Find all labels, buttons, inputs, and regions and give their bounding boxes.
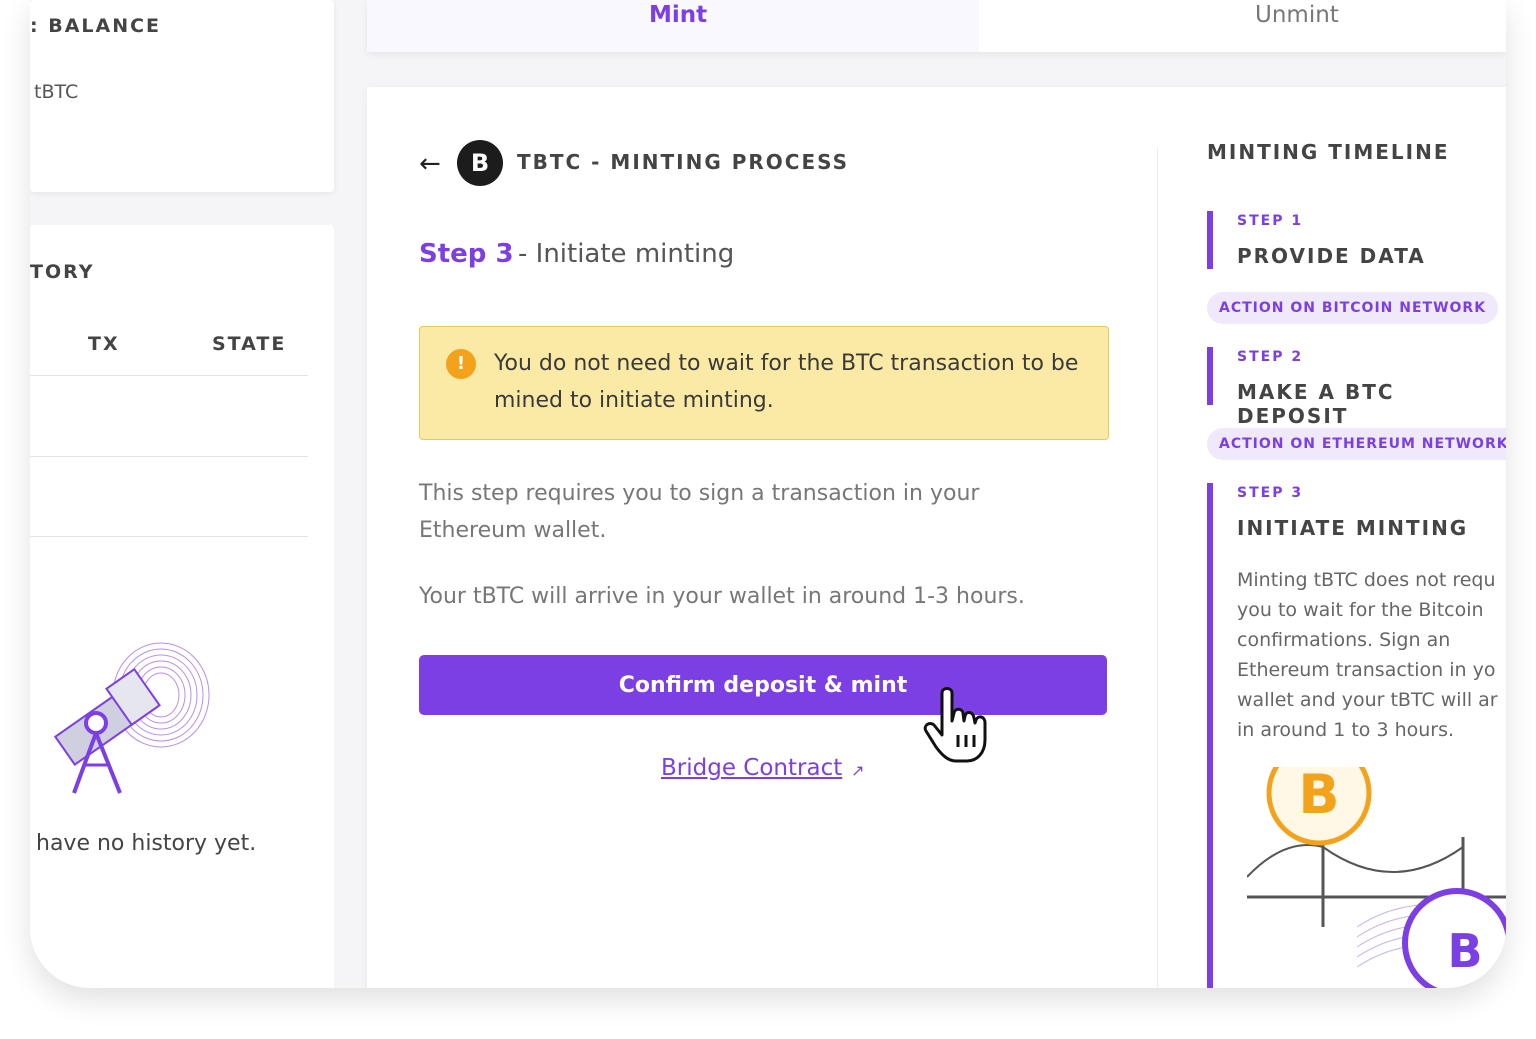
column-header-tx: TX <box>88 333 120 355</box>
timeline-step-name: INITIATE MINTING <box>1237 516 1469 540</box>
timeline-step-description: Minting tBTC does not requ you to wait f… <box>1237 569 1498 741</box>
balance-card: : BALANCE tBTC <box>30 0 334 192</box>
info-alert: ! You do not need to wait for the BTC tr… <box>419 326 1109 440</box>
hand-pointer-cursor-icon <box>923 687 987 763</box>
svg-text:B: B <box>1298 767 1339 826</box>
balance-unit: tBTC <box>34 81 79 103</box>
network-badge: ACTION ON BITCOIN NETWORK <box>1207 292 1499 324</box>
mint-unmint-tabs: Mint Unmint <box>367 0 1506 52</box>
timeline-step-label: STEP 3 <box>1237 485 1304 501</box>
timeline-step-name: MAKE A BTC DEPOSIT <box>1237 380 1395 428</box>
confirm-deposit-mint-button[interactable]: Confirm deposit & mint <box>419 655 1107 715</box>
step-number: Step 3 <box>419 239 514 269</box>
history-card: TORY TX STATE have no history yet. <box>30 225 334 988</box>
table-divider <box>30 456 308 457</box>
tab-mint-label: Mint <box>649 2 708 28</box>
table-divider <box>30 536 308 537</box>
arrow-left-icon[interactable]: ← <box>419 149 441 179</box>
telescope-illustration <box>53 642 210 794</box>
network-badge: ACTION ON ETHEREUM NETWORK <box>1207 428 1506 460</box>
timeline-step-bar <box>1207 483 1213 988</box>
empty-history-message: have no history yet. <box>36 831 257 856</box>
warning-icon: ! <box>446 349 476 379</box>
timeline-step-bar <box>1207 211 1213 269</box>
history-title: TORY <box>30 261 95 283</box>
timeline-step-label: STEP 2 <box>1237 349 1304 365</box>
timeline-title: MINTING TIMELINE <box>1207 140 1450 164</box>
balance-title: : BALANCE <box>30 15 162 37</box>
column-header-state: STATE <box>212 333 287 355</box>
step-description: This step requires you to sign a transac… <box>419 481 980 543</box>
timeline-step-name: PROVIDE DATA <box>1237 244 1426 268</box>
arrival-estimate: Your tBTC will arrive in your wallet in … <box>419 584 1025 609</box>
timeline-step-bar <box>1207 347 1213 405</box>
external-link-icon: ↗ <box>851 761 865 780</box>
bitcoin-bridge-illustration: B B <box>1247 767 1506 988</box>
bridge-contract-link[interactable]: Bridge Contract <box>661 755 842 781</box>
svg-text:B: B <box>1447 924 1482 978</box>
app-frame: : BALANCE tBTC TORY TX STATE have no his… <box>30 0 1506 988</box>
alert-message: You do not need to wait for the BTC tran… <box>494 351 1079 413</box>
tbtc-logo-icon: B <box>457 140 503 186</box>
table-divider <box>30 375 308 376</box>
page-title: TBTC - MINTING PROCESS <box>517 150 850 174</box>
timeline-step-label: STEP 1 <box>1237 213 1304 229</box>
minting-process-card: ← B TBTC - MINTING PROCESS Step 3 - Init… <box>367 87 1506 988</box>
tab-unmint-label: Unmint <box>1255 2 1339 28</box>
step-name: - Initiate minting <box>518 239 735 269</box>
column-divider <box>1157 147 1158 988</box>
tab-mint[interactable]: Mint <box>367 0 979 52</box>
